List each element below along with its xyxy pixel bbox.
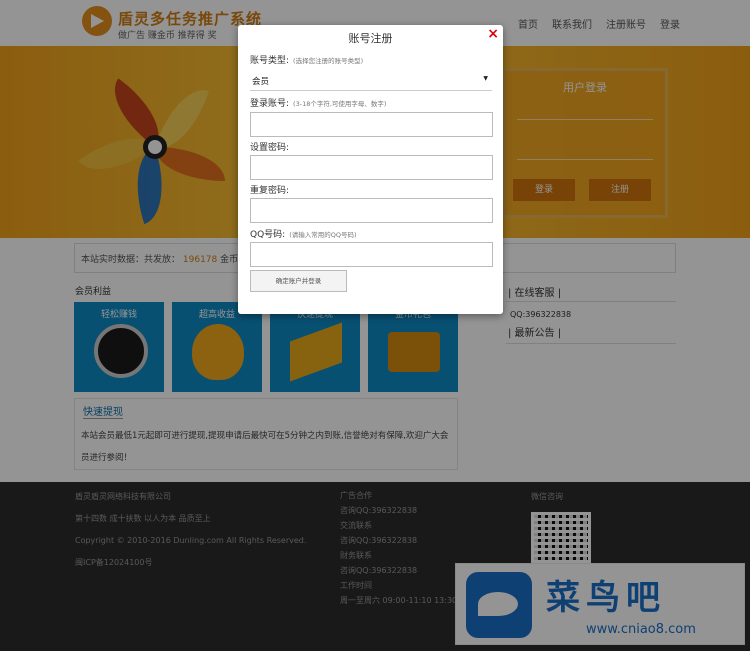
qq-label: QQ号码: (请输入常用的QQ号码)	[250, 230, 357, 240]
account-input[interactable]	[250, 112, 493, 137]
submit-register-button[interactable]: 确定账户并登录	[250, 270, 347, 292]
close-icon[interactable]: ×	[487, 26, 499, 42]
register-modal: 账号注册 × 账号类型: (选择您注册的账号类型) 会员 ▼ 登录账号: (3-18…	[238, 25, 503, 314]
confirm-password-label: 重复密码:	[250, 186, 290, 196]
account-type-label: 账号类型: (选择您注册的账号类型)	[250, 56, 364, 66]
modal-title: 账号注册	[348, 32, 393, 45]
qq-input[interactable]	[250, 242, 493, 267]
confirm-password-input[interactable]	[250, 198, 493, 223]
account-type-select[interactable]: 会员 ▼	[250, 69, 492, 91]
dropdown-arrow-icon: ▼	[483, 75, 488, 82]
password-label: 设置密码:	[250, 143, 290, 153]
password-input[interactable]	[250, 155, 493, 180]
account-label: 登录账号: (3-18个字符,可使用字母、数字)	[250, 99, 387, 109]
